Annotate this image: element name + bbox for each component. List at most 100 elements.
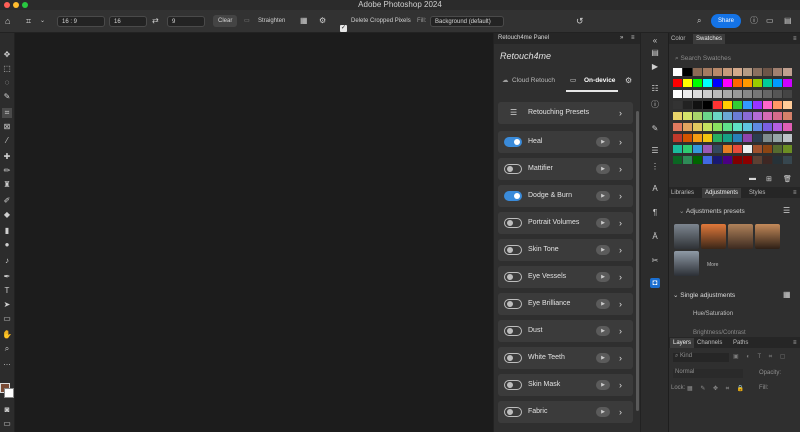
help-icon[interactable]: ⓘ bbox=[750, 13, 758, 29]
tab-swatches[interactable]: Swatches bbox=[693, 34, 726, 44]
tab-cloud-retouch[interactable]: Cloud Retouch bbox=[512, 76, 555, 86]
color-swatch[interactable] bbox=[783, 134, 792, 142]
panels-icon[interactable]: ▤ bbox=[784, 13, 792, 29]
swap-icon[interactable]: ⇄ bbox=[152, 13, 159, 29]
color-swatch[interactable] bbox=[743, 101, 752, 109]
play-icon[interactable]: ▶ bbox=[596, 245, 610, 255]
background-color-swatch[interactable] bbox=[4, 388, 14, 398]
color-swatch[interactable] bbox=[713, 145, 722, 153]
chevron-right-icon[interactable]: › bbox=[619, 266, 622, 288]
tab-libraries[interactable]: Libraries bbox=[671, 188, 694, 198]
layer-comps-icon[interactable]: ⋮ bbox=[650, 162, 660, 172]
color-swatch[interactable] bbox=[673, 90, 682, 98]
color-swatch[interactable] bbox=[743, 112, 752, 120]
crop-tool-icon[interactable]: ⌗ bbox=[2, 108, 12, 118]
preset-thumbnail[interactable] bbox=[701, 224, 726, 249]
search-swatches-input[interactable]: ⌕ Search Swatches bbox=[675, 53, 791, 65]
tool-toggle[interactable] bbox=[504, 326, 522, 336]
tool-toggle[interactable] bbox=[504, 353, 522, 363]
play-icon[interactable]: ▶ bbox=[596, 407, 610, 417]
expand-panels-icon[interactable]: « bbox=[650, 36, 660, 46]
retouch-tool-row[interactable]: Eye Brilliance ▶ › bbox=[498, 293, 633, 315]
panel-menu-icon[interactable]: ≡ bbox=[793, 188, 797, 198]
adjustments-presets-header[interactable]: ⌄ Adjustments presets bbox=[679, 207, 745, 215]
brush-tool-icon[interactable]: ✏ bbox=[2, 166, 12, 176]
glyphs-icon[interactable]: Ä bbox=[650, 232, 660, 242]
color-swatch[interactable] bbox=[773, 68, 782, 76]
tab-color[interactable]: Color bbox=[671, 34, 685, 44]
paragraph-icon[interactable]: ¶ bbox=[650, 208, 660, 218]
color-swatch[interactable] bbox=[763, 156, 772, 164]
eyedropper-tool-icon[interactable]: ⁄ bbox=[2, 136, 12, 146]
color-swatch[interactable] bbox=[753, 134, 762, 142]
chevron-right-icon[interactable]: › bbox=[619, 131, 622, 153]
color-swatch[interactable] bbox=[743, 68, 752, 76]
color-swatch[interactable] bbox=[723, 123, 732, 131]
height-field[interactable]: 9 bbox=[167, 16, 205, 27]
tool-toggle[interactable] bbox=[504, 245, 522, 255]
color-swatch[interactable] bbox=[713, 68, 722, 76]
color-swatch[interactable] bbox=[673, 145, 682, 153]
color-swatch[interactable] bbox=[733, 123, 742, 131]
list-view-icon[interactable]: ☰ bbox=[783, 206, 790, 215]
color-swatch[interactable] bbox=[673, 156, 682, 164]
workspace-icon[interactable]: ▭ bbox=[766, 13, 774, 29]
color-swatch[interactable] bbox=[703, 156, 712, 164]
retouch-tool-row[interactable]: Dodge & Burn ▶ › bbox=[498, 185, 633, 207]
lock-icons[interactable]: ▦ ✎ ✥ ⌗ 🔒 bbox=[687, 385, 747, 393]
color-swatch[interactable] bbox=[743, 90, 752, 98]
retouch4me-plugin-icon[interactable]: ◘ bbox=[650, 278, 660, 288]
clone-stamp-tool-icon[interactable]: ♜ bbox=[2, 180, 12, 190]
color-swatch[interactable] bbox=[703, 145, 712, 153]
tool-toggle[interactable] bbox=[504, 407, 522, 417]
color-swatch[interactable] bbox=[773, 79, 782, 87]
color-swatch[interactable] bbox=[723, 90, 732, 98]
preset-thumbnail[interactable] bbox=[755, 224, 780, 249]
dodge-tool-icon[interactable]: ♪ bbox=[2, 256, 12, 266]
retouch-tool-row[interactable]: White Teeth ▶ › bbox=[498, 347, 633, 369]
color-swatch[interactable] bbox=[713, 90, 722, 98]
color-swatch[interactable] bbox=[693, 112, 702, 120]
play-icon[interactable]: ▶ bbox=[596, 326, 610, 336]
play-icon[interactable]: ▶ bbox=[596, 299, 610, 309]
ratio-select[interactable]: 16 : 9 bbox=[57, 16, 105, 27]
color-swatch[interactable] bbox=[743, 79, 752, 87]
color-swatch[interactable] bbox=[703, 123, 712, 131]
color-swatch[interactable] bbox=[683, 68, 692, 76]
color-swatch[interactable] bbox=[753, 101, 762, 109]
color-swatch[interactable] bbox=[753, 123, 762, 131]
color-swatch[interactable] bbox=[783, 79, 792, 87]
layer-filter-icons[interactable]: ▣ ◐ T ⌗ ▢ bbox=[733, 353, 788, 361]
color-swatch[interactable] bbox=[703, 79, 712, 87]
new-swatch-icon[interactable]: ⊞ bbox=[766, 175, 772, 183]
settings-gear-icon[interactable]: ⚙ bbox=[625, 76, 632, 86]
color-swatch[interactable] bbox=[703, 134, 712, 142]
home-icon[interactable]: ⌂ bbox=[5, 13, 10, 29]
color-swatch[interactable] bbox=[683, 101, 692, 109]
color-swatch[interactable] bbox=[773, 112, 782, 120]
play-actions-icon[interactable]: ▶ bbox=[650, 62, 660, 72]
screen-mode-icon[interactable]: ▭ bbox=[2, 419, 12, 429]
retouch-tool-row[interactable]: Skin Tone ▶ › bbox=[498, 239, 633, 261]
color-swatch[interactable] bbox=[693, 79, 702, 87]
color-swatch[interactable] bbox=[673, 68, 682, 76]
lasso-tool-icon[interactable]: ◌ bbox=[2, 78, 12, 88]
chevron-right-icon[interactable]: › bbox=[619, 185, 622, 207]
chevron-right-icon[interactable]: › bbox=[619, 347, 622, 369]
color-swatch[interactable] bbox=[783, 123, 792, 131]
tool-preset-chevron-icon[interactable]: ⌄ bbox=[40, 13, 45, 29]
search-icon[interactable]: ⌕ bbox=[697, 13, 701, 29]
more-presets-label[interactable]: More bbox=[707, 262, 718, 268]
chevron-right-icon[interactable]: › bbox=[619, 239, 622, 261]
tool-toggle[interactable] bbox=[504, 137, 522, 147]
color-swatch[interactable] bbox=[733, 79, 742, 87]
trash-icon[interactable]: 🗑 bbox=[783, 175, 792, 183]
play-icon[interactable]: ▶ bbox=[596, 272, 610, 282]
eraser-tool-icon[interactable]: ◆ bbox=[2, 210, 12, 220]
color-swatch[interactable] bbox=[703, 90, 712, 98]
color-swatch[interactable] bbox=[763, 68, 772, 76]
quick-select-tool-icon[interactable]: ✎ bbox=[2, 92, 12, 102]
tool-toggle[interactable] bbox=[504, 191, 522, 201]
gear-icon[interactable]: ⚙ bbox=[319, 13, 326, 29]
color-swatch[interactable] bbox=[713, 156, 722, 164]
